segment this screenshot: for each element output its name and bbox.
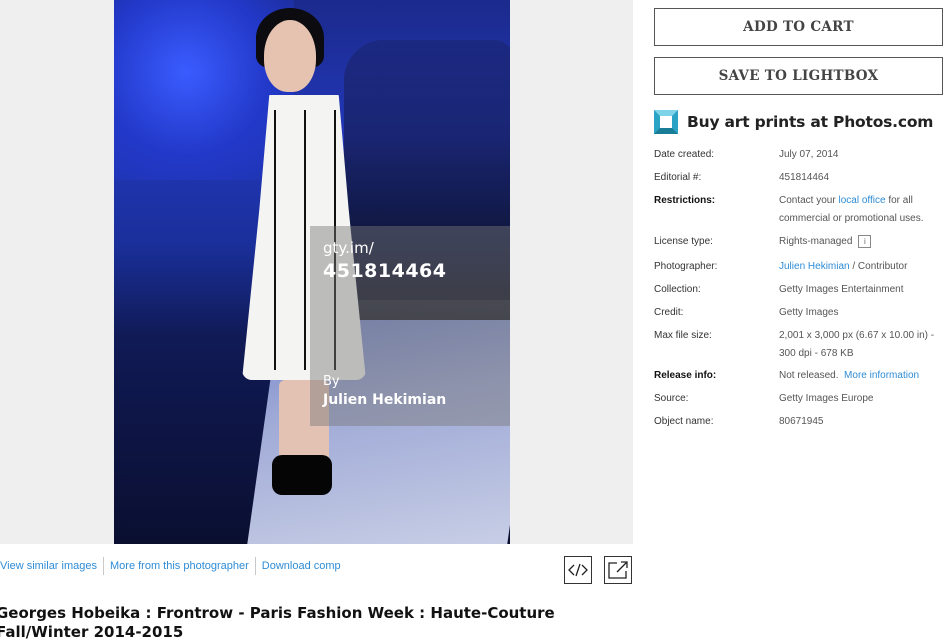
- detail-label: Source:: [654, 393, 689, 404]
- detail-value: Getty Images Europe: [779, 393, 874, 404]
- detail-value: Rights-managed i: [779, 233, 943, 251]
- detail-label: Restrictions:: [654, 195, 716, 206]
- detail-value: 80671945: [779, 416, 824, 427]
- add-to-cart-button[interactable]: ADD TO CART: [654, 8, 943, 46]
- detail-label: Collection:: [654, 284, 701, 295]
- detail-label: Max file size:: [654, 330, 712, 341]
- detail-label: Photographer:: [654, 261, 718, 272]
- image-links: View similar images More from this photo…: [0, 557, 347, 575]
- license-value: Rights-managed: [779, 236, 853, 247]
- watermark-by: By: [323, 374, 340, 389]
- detail-value: Getty Images Entertainment: [779, 284, 904, 295]
- detail-label: Release info:: [654, 370, 717, 381]
- watermark-photographer: Julien Hekimian: [323, 392, 447, 408]
- detail-label: Date created:: [654, 149, 715, 160]
- download-comp-link[interactable]: Download comp: [256, 557, 347, 575]
- save-to-lightbox-button[interactable]: SAVE TO LIGHTBOX: [654, 57, 943, 95]
- image-title: Georges Hobeika : Frontrow - Paris Fashi…: [0, 604, 555, 641]
- watermark-site: gty.im/: [323, 239, 374, 257]
- detail-label: License type:: [654, 236, 713, 247]
- photos-logo-icon: [654, 110, 678, 134]
- photographer-suffix: / Contributor: [849, 261, 908, 272]
- info-icon[interactable]: i: [858, 234, 872, 248]
- expand-button[interactable]: [604, 556, 632, 584]
- buy-prints-link[interactable]: Buy art prints at Photos.com: [654, 110, 933, 134]
- detail-label: Object name:: [654, 416, 714, 427]
- detail-value: Julien Hekimian / Contributor: [779, 258, 943, 276]
- detail-value: 451814464: [779, 172, 830, 183]
- dress-seam: [274, 110, 276, 370]
- detail-value: Getty Images: [779, 307, 839, 318]
- watermark-id: 451814464: [323, 260, 447, 282]
- photo-subject-face: [264, 20, 316, 92]
- detail-label: Editorial #:: [654, 172, 702, 183]
- embed-code-icon: [568, 563, 588, 577]
- view-similar-link[interactable]: View similar images: [0, 557, 103, 575]
- detail-value: 2,001 x 3,000 px (6.67 x 10.00 in) - 300…: [779, 330, 935, 359]
- photographer-link[interactable]: Julien Hekimian: [779, 261, 850, 272]
- detail-value: July 07, 2014: [779, 149, 839, 160]
- restrictions-prefix: Contact your: [779, 195, 839, 206]
- embed-button[interactable]: [564, 556, 592, 584]
- dress-seam: [304, 110, 306, 370]
- detail-value: Not released. More information: [779, 367, 943, 385]
- image-panel: gty.im/ 451814464 By Julien Hekimian: [0, 0, 633, 544]
- more-from-photographer-link[interactable]: More from this photographer: [104, 557, 255, 575]
- detail-value: Contact your local office for all commer…: [779, 192, 943, 228]
- buy-prints-text: Buy art prints at Photos.com: [687, 113, 934, 131]
- local-office-link[interactable]: local office: [838, 195, 885, 206]
- detail-label: Credit:: [654, 307, 684, 318]
- more-information-link[interactable]: More information: [844, 370, 919, 381]
- release-value: Not released.: [779, 370, 839, 381]
- photo-subject-shoes: [272, 455, 332, 495]
- expand-icon: [608, 561, 628, 579]
